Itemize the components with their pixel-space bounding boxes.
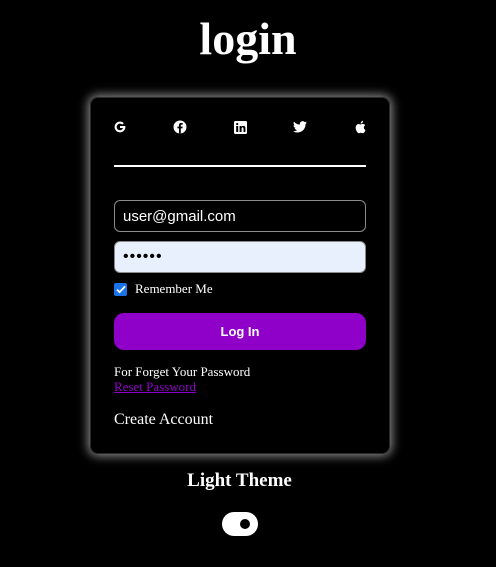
reset-password-link[interactable]: Reset Password	[114, 380, 196, 394]
toggle-knob	[240, 519, 250, 529]
checkmark-icon	[115, 285, 126, 293]
theme-toggle[interactable]	[222, 512, 258, 536]
password-field[interactable]	[114, 241, 366, 273]
page-title: login	[199, 13, 297, 64]
twitter-icon[interactable]	[290, 117, 310, 137]
remember-me-row: Remember Me	[114, 281, 213, 297]
facebook-icon[interactable]	[170, 117, 190, 137]
remember-me-label: Remember Me	[135, 281, 213, 296]
email-field[interactable]	[114, 200, 366, 232]
apple-icon[interactable]	[350, 117, 370, 137]
social-login-row	[90, 117, 390, 137]
theme-label: Light Theme	[187, 470, 292, 491]
create-account-link[interactable]: Create Account	[114, 410, 213, 430]
login-button[interactable]: Log In	[114, 313, 366, 350]
divider	[114, 165, 366, 167]
linkedin-icon[interactable]	[230, 117, 250, 137]
login-card: Remember Me Log In For Forget Your Passw…	[90, 97, 390, 454]
remember-me-checkbox[interactable]	[114, 282, 127, 296]
forgot-password-text: For Forget Your Password	[114, 364, 251, 379]
google-icon[interactable]	[110, 117, 130, 137]
